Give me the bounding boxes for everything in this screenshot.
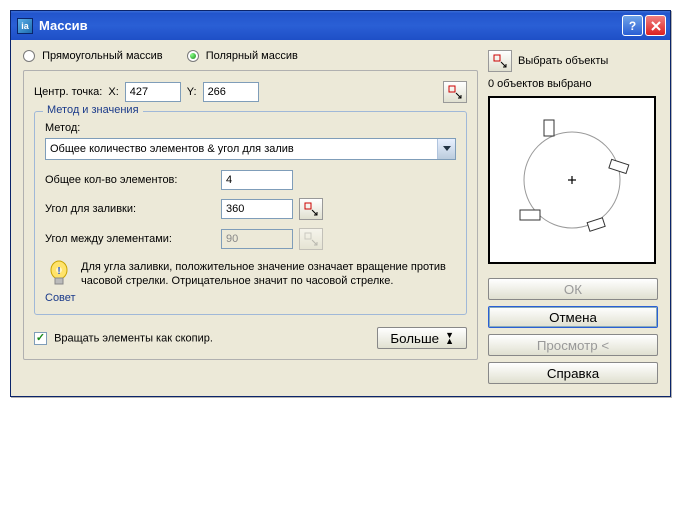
preview-pane: [488, 96, 656, 264]
checkbox-icon: [34, 332, 47, 345]
pick-fill-angle-button[interactable]: [299, 198, 323, 220]
tip-icon: ! Совет: [45, 260, 73, 304]
pick-center-button[interactable]: [443, 81, 467, 103]
pick-between-angle-button: [299, 228, 323, 250]
rotate-checkbox[interactable]: Вращать элементы как скопир.: [34, 332, 213, 345]
select-objects-label: Выбрать объекты: [518, 55, 608, 67]
help-dialog-button[interactable]: Справка: [488, 362, 658, 384]
ok-button: ОК: [488, 278, 658, 300]
tip-text: Для угла заливки, положительное значение…: [81, 260, 456, 304]
preview-button: Просмотр <: [488, 334, 658, 356]
svg-text:!: !: [57, 266, 60, 277]
select-objects-button[interactable]: [488, 50, 512, 72]
method-label: Метод:: [45, 122, 456, 134]
expand-icon: ▼▲: [445, 332, 454, 345]
method-select[interactable]: Общее количество элементов & угол для за…: [45, 138, 456, 160]
chevron-down-icon: [437, 139, 455, 159]
y-label: Y:: [187, 86, 197, 98]
objects-selected-status: 0 объектов выбрано: [488, 78, 658, 90]
method-fieldset: Метод и значения Метод: Общее количество…: [34, 111, 467, 315]
between-angle-input: [221, 229, 293, 249]
radio-icon: [23, 50, 35, 62]
titlebar: ia Массив ?: [11, 11, 670, 40]
fill-angle-input[interactable]: [221, 199, 293, 219]
center-y-input[interactable]: [203, 82, 259, 102]
total-label: Общее кол-во элементов:: [45, 174, 215, 186]
fieldset-legend: Метод и значения: [43, 104, 143, 116]
cancel-button[interactable]: Отмена: [488, 306, 658, 328]
more-button[interactable]: Больше ▼▲: [377, 327, 467, 349]
app-icon: ia: [17, 18, 33, 34]
window-title: Массив: [39, 18, 620, 33]
fill-angle-label: Угол для заливки:: [45, 203, 215, 215]
main-panel: Центр. точка: X: Y: Метод и значения: [23, 70, 478, 360]
close-button[interactable]: [645, 15, 666, 36]
center-label: Центр. точка:: [34, 86, 102, 98]
between-angle-label: Угол между элементами:: [45, 233, 215, 245]
radio-icon: [187, 50, 199, 62]
help-button[interactable]: ?: [622, 15, 643, 36]
radio-polar[interactable]: Полярный массив: [187, 50, 298, 62]
center-x-input[interactable]: [125, 82, 181, 102]
radio-rectangular[interactable]: Прямоугольный массив: [23, 50, 163, 62]
x-label: X:: [108, 86, 118, 98]
array-dialog: ia Массив ? Прямоугольный массив Полярны…: [10, 10, 671, 397]
total-input[interactable]: [221, 170, 293, 190]
